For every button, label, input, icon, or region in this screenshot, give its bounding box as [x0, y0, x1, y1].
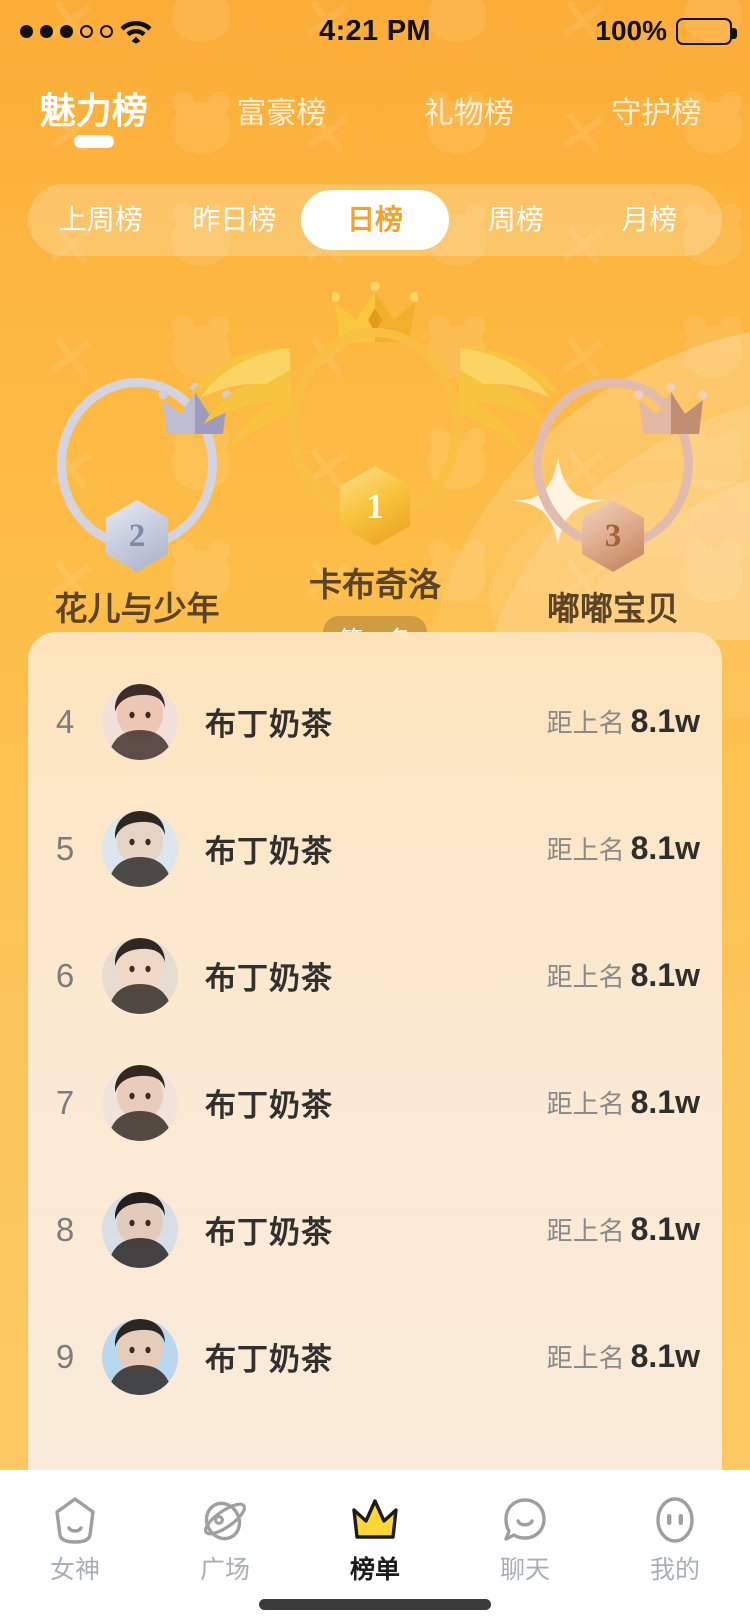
- row-gap-value: 8.1w: [630, 957, 700, 993]
- table-row[interactable]: 9 布丁奶茶 距上名 8.1w: [28, 1293, 722, 1420]
- crown-icon: [300, 1492, 450, 1548]
- podium-rank-number-3: 3: [604, 517, 622, 554]
- row-gap: 距上名 8.1w: [547, 703, 700, 740]
- top-tab-label: 魅力榜: [39, 90, 148, 131]
- app-root: ✕✕✕✕✕✕✕✕✕✕✕✕✕✕✕✕✕✕✕✕✕✕✕✕: [0, 0, 750, 1624]
- wing-left-icon: [190, 347, 292, 452]
- avatar[interactable]: [102, 1064, 178, 1141]
- podium-rank-1[interactable]: 1 卡布奇洛 第一名: [190, 282, 560, 659]
- row-gap: 距上名 8.1w: [547, 957, 700, 994]
- top-tab-label: 礼物榜: [423, 97, 514, 130]
- row-rank: 6: [55, 956, 75, 994]
- row-gap-value: 8.1w: [630, 1338, 700, 1374]
- range-tab-2[interactable]: 昨日榜: [168, 190, 302, 250]
- row-name: 布丁奶茶: [205, 1342, 333, 1377]
- top-tab-label: 守护榜: [611, 97, 702, 130]
- chat-bubble-icon: [450, 1492, 600, 1548]
- top-tab-1[interactable]: 魅力榜: [0, 80, 188, 148]
- tab-女神[interactable]: 女神: [0, 1492, 150, 1586]
- range-tab-1[interactable]: 上周榜: [34, 190, 168, 250]
- row-gap-value: 8.1w: [630, 1084, 700, 1120]
- row-gap-label: 距上名: [546, 1343, 625, 1373]
- row-gap-value: 8.1w: [630, 703, 700, 739]
- row-gap-label: 距上名: [546, 835, 625, 865]
- row-name: 布丁奶茶: [205, 1215, 333, 1250]
- podium-name-3: 嘟嘟宝贝: [547, 590, 679, 627]
- table-row[interactable]: 8 布丁奶茶 距上名 8.1w: [28, 1166, 722, 1293]
- avatar[interactable]: [102, 1318, 178, 1395]
- table-row[interactable]: 5 布丁奶茶 距上名 8.1w: [28, 785, 722, 912]
- row-gap: 距上名 8.1w: [547, 1211, 700, 1248]
- table-row[interactable]: 4 布丁奶茶 距上名 8.1w: [28, 658, 722, 785]
- tab-label: 我的: [649, 1556, 700, 1584]
- avatar[interactable]: [102, 1191, 178, 1268]
- row-gap-value: 8.1w: [630, 830, 700, 866]
- table-row[interactable]: 6 布丁奶茶 距上名 8.1w: [28, 912, 722, 1039]
- avatar-image: [102, 1064, 178, 1141]
- status-bar: 4:21 PM 100%: [0, 0, 750, 62]
- active-tab-indicator: [73, 135, 114, 148]
- battery-percent-label: 100%: [595, 15, 667, 46]
- row-gap: 距上名 8.1w: [547, 1338, 700, 1375]
- row-rank: 5: [55, 829, 75, 867]
- tab-榜单[interactable]: 榜单: [300, 1492, 450, 1586]
- row-name: 布丁奶茶: [205, 707, 333, 742]
- row-rank: 9: [55, 1337, 75, 1375]
- podium-rank-number-1: 1: [366, 486, 384, 526]
- podium-name-1: 卡布奇洛: [309, 566, 441, 603]
- podium-top3: 2 花儿与少年 距上名 1.2w: [0, 268, 750, 683]
- avatar[interactable]: [102, 810, 178, 887]
- row-rank: 7: [55, 1083, 75, 1121]
- tab-label: 广场: [199, 1556, 250, 1584]
- range-segmented-control[interactable]: 上周榜 昨日榜 日榜 周榜 月榜: [28, 184, 722, 256]
- tab-label: 聊天: [499, 1556, 550, 1584]
- range-tab-5[interactable]: 月榜: [583, 190, 717, 250]
- row-name: 布丁奶茶: [205, 1088, 333, 1123]
- avatar-image: [102, 683, 178, 760]
- tab-聊天[interactable]: 聊天: [450, 1492, 600, 1586]
- podium-name-2: 花儿与少年: [54, 590, 220, 627]
- row-gap-label: 距上名: [546, 1089, 625, 1119]
- goddess-icon: [0, 1492, 150, 1548]
- row-rank: 8: [55, 1210, 75, 1248]
- row-gap-value: 8.1w: [630, 1211, 700, 1247]
- table-row[interactable]: 7 布丁奶茶 距上名 8.1w: [28, 1039, 722, 1166]
- avatar-image: [102, 810, 178, 887]
- tab-我的[interactable]: 我的: [600, 1492, 750, 1586]
- avatar-image: [102, 1318, 178, 1395]
- row-rank: 4: [55, 702, 75, 740]
- avatar[interactable]: [102, 937, 178, 1014]
- top-tab-bar[interactable]: 魅力榜 富豪榜 礼物榜 守护榜: [0, 80, 750, 160]
- top-tab-3[interactable]: 礼物榜: [375, 80, 563, 132]
- row-gap: 距上名 8.1w: [547, 830, 700, 867]
- avatar[interactable]: [102, 683, 178, 760]
- range-tab-4[interactable]: 周榜: [449, 190, 583, 250]
- row-gap: 距上名 8.1w: [547, 1084, 700, 1121]
- top-tab-2[interactable]: 富豪榜: [188, 80, 376, 132]
- status-right: 100%: [595, 15, 737, 47]
- row-gap-label: 距上名: [546, 1216, 625, 1246]
- battery-icon: [676, 17, 737, 45]
- planet-icon: [150, 1492, 300, 1548]
- avatar-image: [102, 1191, 178, 1268]
- tab-label: 女神: [49, 1556, 100, 1584]
- row-name: 布丁奶茶: [205, 961, 333, 996]
- top-tab-4[interactable]: 守护榜: [563, 80, 750, 132]
- avatar-image: [102, 937, 178, 1014]
- tab-广场[interactable]: 广场: [150, 1492, 300, 1586]
- row-gap-label: 距上名: [546, 708, 625, 738]
- podium-rank-number-2: 2: [128, 517, 146, 554]
- top-tab-label: 富豪榜: [236, 97, 327, 130]
- range-tab-3[interactable]: 日榜: [301, 190, 449, 250]
- tab-label: 榜单: [349, 1556, 400, 1584]
- ranking-list: 4 布丁奶茶 距上名 8.1w 5 布丁奶茶 距上名 8.1w 6 布丁奶茶 距上名 8.1w 7 布丁奶…: [28, 632, 722, 1470]
- row-gap-label: 距上名: [546, 962, 625, 992]
- crown-icon-bronze: [635, 382, 708, 434]
- row-name: 布丁奶茶: [205, 834, 333, 869]
- profile-face-icon: [600, 1492, 750, 1548]
- home-indicator: [259, 1599, 491, 1610]
